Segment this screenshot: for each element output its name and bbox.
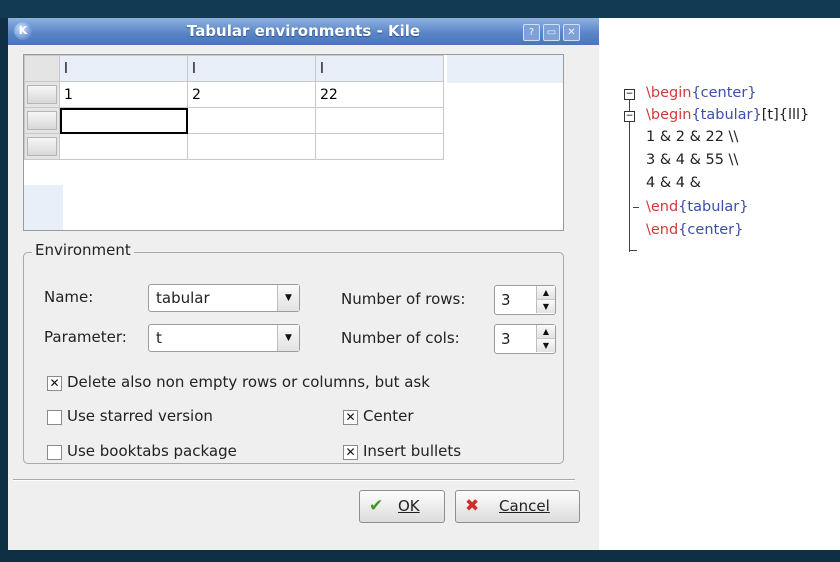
cancel-button[interactable]: ✖ Cancel: [455, 490, 580, 523]
row-header[interactable]: [24, 81, 60, 108]
fold-end-marker: [633, 207, 639, 208]
cols-value: 3: [501, 330, 511, 348]
ok-button[interactable]: ✔ OK: [359, 490, 445, 523]
maximize-icon[interactable]: ▭: [543, 24, 560, 41]
desktop-bottom-edge: [0, 550, 840, 562]
environment-group-title: Environment: [32, 241, 134, 259]
rows-spinbox[interactable]: 3 ▲ ▼: [494, 285, 556, 315]
booktabs-checkbox[interactable]: [47, 445, 62, 460]
table-header-row: l l l: [24, 55, 444, 82]
code-line: \begin{center}: [646, 85, 757, 101]
desktop-top-bar: [0, 0, 840, 18]
table-cell[interactable]: [315, 107, 444, 134]
help-icon[interactable]: ?: [523, 24, 540, 41]
delete-nonempty-checkbox[interactable]: ✕: [47, 376, 62, 391]
window-title: Tabular environments - Kile: [186, 22, 421, 40]
table-cell[interactable]: [187, 133, 316, 160]
cancel-icon: ✖: [465, 496, 480, 516]
spin-up-icon[interactable]: ▲: [536, 325, 555, 339]
grid-rowheader-filler: [24, 185, 63, 230]
center-checkbox[interactable]: ✕: [343, 410, 358, 425]
fold-end-marker: [629, 250, 637, 251]
chevron-down-icon[interactable]: ▼: [277, 325, 299, 351]
column-alignment-cell[interactable]: l: [59, 55, 188, 82]
insert-bullets-label[interactable]: Insert bullets: [363, 442, 461, 460]
spin-down-icon[interactable]: ▼: [536, 300, 555, 313]
code-line: 1 & 2 & 22 \\: [646, 129, 739, 145]
table-row: [24, 107, 444, 134]
table-row: 1 2 22: [24, 81, 444, 108]
table-cell[interactable]: 1: [59, 81, 188, 108]
table-cell[interactable]: [59, 133, 188, 160]
starred-version-checkbox[interactable]: [47, 410, 62, 425]
column-alignment-cell[interactable]: l: [315, 55, 444, 82]
table-cells: l l l 1 2 22: [24, 55, 444, 160]
booktabs-label[interactable]: Use booktabs package: [67, 442, 237, 460]
title-bar[interactable]: K Tabular environments - Kile ? ▭ ✕: [8, 18, 599, 45]
button-separator: [13, 479, 575, 481]
parameter-label: Parameter:: [44, 328, 127, 346]
ok-button-label: OK: [398, 497, 420, 515]
corner-cell[interactable]: [24, 55, 60, 82]
row-header[interactable]: [24, 107, 60, 134]
rows-label: Number of rows:: [341, 290, 466, 308]
name-combo-value: tabular: [156, 289, 210, 307]
spin-up-icon[interactable]: ▲: [536, 286, 555, 300]
table-row: [24, 133, 444, 160]
parameter-combo[interactable]: t ▼: [148, 324, 300, 352]
cols-spinbox[interactable]: 3 ▲ ▼: [494, 324, 556, 354]
code-line: \begin{tabular}[t]{lll}: [646, 107, 810, 123]
rows-value: 3: [501, 291, 511, 309]
desktop-left-edge: [0, 18, 8, 562]
center-label[interactable]: Center: [363, 407, 414, 425]
chevron-down-icon[interactable]: ▼: [277, 285, 299, 311]
column-alignment-cell[interactable]: l: [187, 55, 316, 82]
fold-line: [629, 122, 630, 252]
fold-toggle-icon[interactable]: −: [624, 89, 635, 100]
close-icon[interactable]: ✕: [563, 24, 580, 41]
code-line: 3 & 4 & 55 \\: [646, 152, 739, 168]
table-cell[interactable]: [315, 133, 444, 160]
grid-header-filler: [447, 55, 563, 83]
fold-toggle-icon[interactable]: −: [624, 111, 635, 122]
name-label: Name:: [44, 288, 94, 306]
spin-down-icon[interactable]: ▼: [536, 339, 555, 352]
name-combo[interactable]: tabular ▼: [148, 284, 300, 312]
delete-nonempty-label[interactable]: Delete also non empty rows or columns, b…: [67, 373, 430, 391]
table-cell[interactable]: [187, 107, 316, 134]
cancel-button-label: Cancel: [499, 497, 550, 515]
code-line: \end{tabular}: [646, 199, 749, 215]
fold-line: [629, 100, 630, 111]
checkmark-icon: ✔: [369, 496, 384, 516]
table-grid[interactable]: l l l 1 2 22: [23, 54, 564, 231]
table-cell[interactable]: 2: [187, 81, 316, 108]
cols-label: Number of cols:: [341, 329, 460, 347]
insert-bullets-checkbox[interactable]: ✕: [343, 445, 358, 460]
code-line: \end{center}: [646, 222, 744, 238]
table-cell[interactable]: 22: [315, 81, 444, 108]
table-cell-selected[interactable]: [59, 107, 188, 134]
row-header[interactable]: [24, 133, 60, 160]
parameter-combo-value: t: [156, 329, 162, 347]
code-line: 4 & 4 &: [646, 175, 701, 191]
starred-version-label[interactable]: Use starred version: [67, 407, 213, 425]
